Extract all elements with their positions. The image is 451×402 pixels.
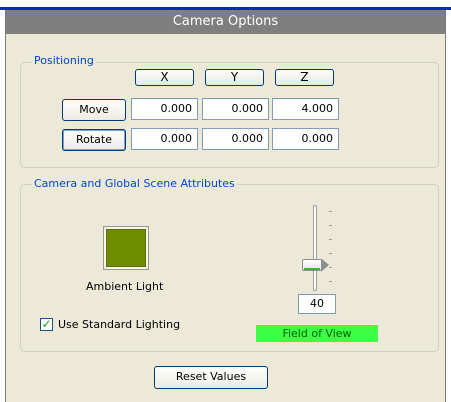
check-icon: ✓	[41, 317, 52, 331]
slider-tick	[329, 211, 332, 212]
positioning-title: Positioning	[32, 54, 96, 68]
scene-attributes-title: Camera and Global Scene Attributes	[32, 177, 237, 191]
slider-tick	[329, 253, 332, 254]
rotate-button[interactable]: Rotate	[62, 129, 126, 151]
field-of-view-label: Field of View	[256, 325, 378, 342]
ambient-color	[106, 229, 146, 267]
ambient-light-swatch[interactable]	[103, 226, 149, 270]
move-button[interactable]: Move	[62, 99, 126, 121]
slider-thumb[interactable]	[302, 258, 332, 272]
rotate-y-field[interactable]: 0.000	[202, 128, 269, 150]
rotate-x-field[interactable]: 0.000	[131, 128, 198, 150]
slider-tick	[329, 225, 332, 226]
axis-x-header[interactable]: X	[135, 69, 194, 86]
reset-values-button[interactable]: Reset Values	[154, 366, 268, 389]
right-edge	[445, 10, 451, 402]
ambient-light-label: Ambient Light	[86, 280, 164, 293]
field-of-view-value: 40	[298, 294, 336, 314]
axis-y-header[interactable]: Y	[205, 69, 264, 86]
move-y-field[interactable]: 0.000	[202, 98, 269, 120]
field-of-view-slider[interactable]	[300, 205, 340, 291]
move-z-field[interactable]: 4.000	[272, 98, 339, 120]
use-standard-lighting-label: Use Standard Lighting	[58, 318, 181, 331]
slider-tick	[329, 281, 332, 282]
cropped-top-heading	[0, 0, 451, 7]
move-x-field[interactable]: 0.000	[131, 98, 198, 120]
rotate-z-field[interactable]: 0.000	[272, 128, 339, 150]
slider-track	[313, 205, 317, 291]
slider-tick	[329, 239, 332, 240]
use-standard-lighting-checkbox[interactable]: ✓	[40, 318, 53, 331]
window-title: Camera Options	[6, 10, 445, 34]
axis-z-header[interactable]: Z	[275, 69, 334, 86]
